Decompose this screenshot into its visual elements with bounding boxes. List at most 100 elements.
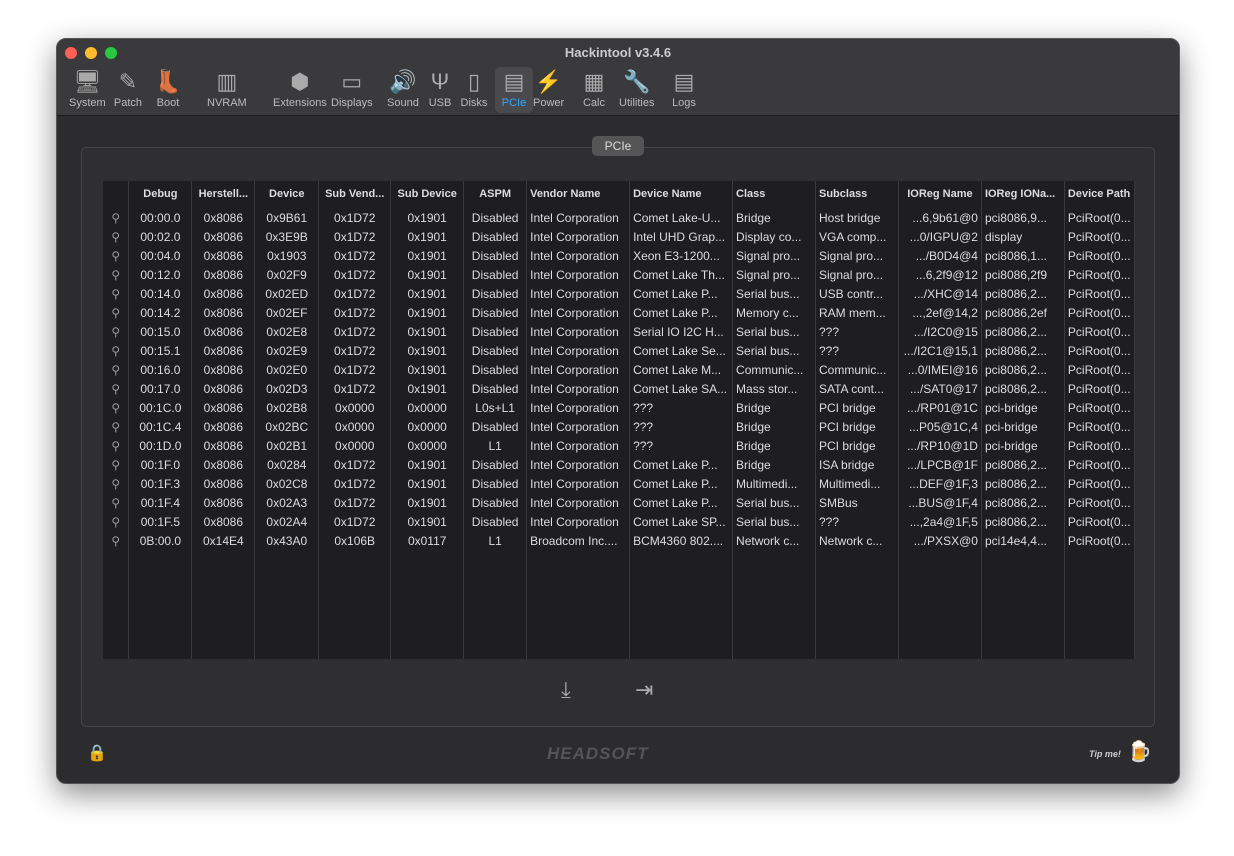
column-header[interactable]: Vendor Name [526,181,631,206]
column-header[interactable]: Debug [128,181,193,206]
table-row[interactable]: ⚲ 00:1F.5 0x8086 0x02A4 0x1D72 0x1901 Disabled… [103,512,1135,531]
table-cell: ...0/IGPU@2 [898,227,982,246]
inspect-button[interactable]: ⚲ [103,360,130,379]
inspect-button[interactable]: ⚲ [103,455,130,474]
table-cell: 0x8086 [191,303,256,322]
inspect-button[interactable]: ⚲ [103,493,130,512]
table-row[interactable]: ⚲ 00:12.0 0x8086 0x02F9 0x1D72 0x1901 Disabled… [103,265,1135,284]
column-header[interactable]: Class [732,181,816,206]
inspect-button[interactable]: ⚲ [103,379,130,398]
table-row[interactable]: ⚲ 00:02.0 0x8086 0x3E9B 0x1D72 0x1901 Disabled… [103,227,1135,246]
inspect-button[interactable]: ⚲ [103,246,130,265]
table-cell: 0x8086 [191,265,256,284]
table-cell: Bridge [732,417,816,436]
table-cell: L1 [463,436,528,455]
lock-icon[interactable]: 🔒 [87,743,107,763]
toolbar-label: Calc [582,97,605,109]
table-row[interactable]: ⚲ 00:1F.3 0x8086 0x02C8 0x1D72 0x1901 Disabled… [103,474,1135,493]
table-row[interactable]: ⚲ 00:00.0 0x8086 0x9B61 0x1D72 0x1901 Disabled… [103,206,1135,227]
column-header[interactable]: Sub Device [390,181,465,206]
table-cell: 0x8086 [191,246,256,265]
magnifier-icon: ⚲ [111,305,121,320]
toolbar-utilities[interactable]: 🔧 Utilities [615,67,658,113]
inspect-button[interactable]: ⚲ [103,398,130,417]
column-header[interactable]: ASPM [463,181,528,206]
column-header[interactable]: Sub Vend... [318,181,392,206]
table-row[interactable]: ⚲ 00:1F.0 0x8086 0x0284 0x1D72 0x1901 Disabled… [103,455,1135,474]
toolbar-pcie[interactable]: ▤ PCIe [495,67,533,113]
table-cell: ...,2ef@14,2 [898,303,982,322]
table-row[interactable]: ⚲ 00:15.1 0x8086 0x02E9 0x1D72 0x1901 Disabled… [103,341,1135,360]
inspect-button[interactable]: ⚲ [103,474,130,493]
toolbar-patch[interactable]: ✎ Patch [109,67,147,113]
table-row[interactable]: ⚲ 00:04.0 0x8086 0x1903 0x1D72 0x1901 Disabled… [103,246,1135,265]
table-cell: Intel Corporation [526,436,631,455]
toolbar-nvram[interactable]: ▥ NVRAM [203,67,251,113]
inspect-button[interactable]: ⚲ [103,284,130,303]
column-header[interactable]: Subclass [815,181,899,206]
tab-pcie[interactable]: PCIe [592,136,644,156]
toolbar-calc[interactable]: ▦ Calc [575,67,613,113]
column-header[interactable]: Herstell... [191,181,256,206]
toolbar-usb[interactable]: Ψ USB [421,67,459,113]
table-cell: PciRoot(0... [1064,474,1135,493]
inspect-button[interactable]: ⚲ [103,531,130,550]
toolbar-system[interactable]: 🖥 System [65,67,110,113]
table-cell: pci8086,2... [981,474,1065,493]
table-cell: Communic... [815,360,899,379]
column-header[interactable] [103,181,130,206]
table-row[interactable]: ⚲ 0B:00.0 0x14E4 0x43A0 0x106B 0x0117 L1 Broadc… [103,531,1135,550]
table-row[interactable]: ⚲ 00:17.0 0x8086 0x02D3 0x1D72 0x1901 Disabled… [103,379,1135,398]
wrench-icon: 🔧 [623,69,651,94]
toolbar-extensions[interactable]: ⬢ Extensions [269,67,331,113]
open-button[interactable]: ⇥ [635,677,653,703]
table-cell: Host bridge [815,206,899,227]
table-cell: 0x1D72 [318,379,392,398]
table-row[interactable]: ⚲ 00:16.0 0x8086 0x02E0 0x1D72 0x1901 Disabled… [103,360,1135,379]
toolbar-displays[interactable]: ▭ Displays [327,67,377,113]
table-cell: 0x1D72 [318,455,392,474]
table-row[interactable]: ⚲ 00:14.2 0x8086 0x02EF 0x1D72 0x1901 Disabled… [103,303,1135,322]
toolbar-disks[interactable]: ▯ Disks [455,67,493,113]
table-cell: PciRoot(0... [1064,206,1135,227]
table-cell: 0x1D72 [318,512,392,531]
toolbar-power[interactable]: ⚡ Power [529,67,568,113]
table-row[interactable]: ⚲ 00:1F.4 0x8086 0x02A3 0x1D72 0x1901 Disabled… [103,493,1135,512]
table-cell: 0x1901 [390,303,465,322]
table-cell: 0x02EF [254,303,320,322]
table-cell: 0x0000 [390,436,465,455]
headsoft-logo: HEADSOFT [547,744,649,763]
toolbar-sound[interactable]: 🔊 Sound [383,67,423,113]
column-header[interactable]: Device Name [629,181,734,206]
column-header[interactable]: Device [254,181,320,206]
column-header[interactable]: IOReg Name [898,181,982,206]
inspect-button[interactable]: ⚲ [103,417,130,436]
table-cell: PciRoot(0... [1064,512,1135,531]
toolbar-label: Extensions [273,97,327,109]
column-header[interactable]: Device Path [1064,181,1135,206]
export-button[interactable]: ⤓ [561,677,571,703]
table-cell: Intel Corporation [526,379,631,398]
table-row[interactable]: ⚲ 00:1C.0 0x8086 0x02B8 0x0000 0x0000 L0s+L1 In… [103,398,1135,417]
table-row[interactable]: ⚲ 00:15.0 0x8086 0x02E8 0x1D72 0x1901 Disabled… [103,322,1135,341]
table-cell: ...6,9b61@0 [898,206,982,227]
inspect-button[interactable]: ⚲ [103,322,130,341]
table-cell: 0x02B1 [254,436,320,455]
beer-mug-icon[interactable]: 🍺 [1127,739,1152,764]
table-row[interactable]: ⚲ 00:1D.0 0x8086 0x02B1 0x0000 0x0000 L1 Intel … [103,436,1135,455]
inspect-button[interactable]: ⚲ [103,206,130,227]
inspect-button[interactable]: ⚲ [103,436,130,455]
tip-me-link[interactable]: Tip me! [1089,749,1121,759]
table-cell: Bridge [732,436,816,455]
table-row[interactable]: ⚲ 00:14.0 0x8086 0x02ED 0x1D72 0x1901 Disabled… [103,284,1135,303]
inspect-button[interactable]: ⚲ [103,227,130,246]
toolbar-boot[interactable]: 👢 Boot [149,67,187,113]
toolbar-logs[interactable]: ▤ Logs [665,67,703,113]
inspect-button[interactable]: ⚲ [103,265,130,284]
inspect-button[interactable]: ⚲ [103,341,130,360]
table-cell: 0x8086 [191,493,256,512]
table-row[interactable]: ⚲ 00:1C.4 0x8086 0x02BC 0x0000 0x0000 Disabled… [103,417,1135,436]
inspect-button[interactable]: ⚲ [103,512,130,531]
column-header[interactable]: IOReg IONa... [981,181,1065,206]
inspect-button[interactable]: ⚲ [103,303,130,322]
